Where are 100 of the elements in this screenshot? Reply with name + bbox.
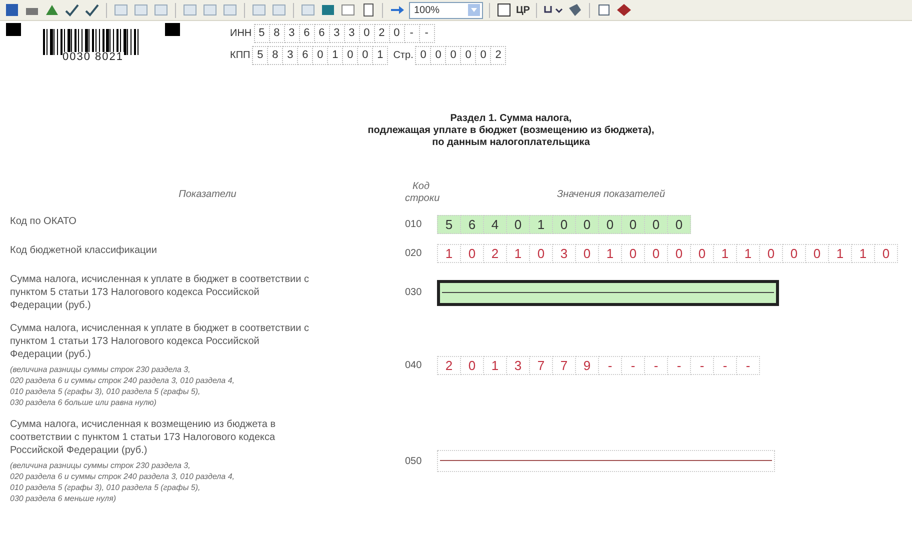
digit-cell[interactable]: 1 [506,244,530,263]
field-label: ИНН [230,28,252,39]
digit-cell: 3 [344,24,360,43]
digit-cell[interactable]: 0 [575,244,599,263]
digit-cell: 6 [314,24,330,43]
digit-cell[interactable]: 0 [506,215,530,234]
digit-cell[interactable]: 0 [759,244,783,263]
line-code: 040 [405,360,423,370]
save-icon[interactable] [4,2,20,18]
row-label: Сумма налога, исчисленная к уплате в бюджет в соответствии с пунктом 1 статьи 173 Налогового кодекса Российской Федерации (руб.) [10,322,310,361]
row-label: Сумма налога, исчисленная к возмещению из бюджета в соответствии с пунктом 1 статьи 173 Налогового кодекса Российской Федерации (руб.) [10,418,277,457]
digit-cell[interactable]: 0 [460,244,484,263]
row-note: 030 раздела 6 меньше нуля) [10,493,117,504]
column-header: Показатели [178,188,238,202]
digit-cell: - [418,24,435,43]
digit-cell: 0 [357,46,374,65]
digit-cell[interactable]: 7 [529,356,553,374]
digit-cell[interactable]: - [644,356,668,374]
row-note: (величина разницы суммы строк 230 раздела 3, [10,364,192,375]
digit-cell: 2 [374,24,390,43]
digit-cell: 6 [298,24,315,43]
digit-cell[interactable]: 1 [736,244,760,263]
digit-cell[interactable]: 0 [598,215,622,234]
digit-cell[interactable]: 1 [529,215,553,234]
digit-cell: 0 [475,46,492,65]
digit-cell[interactable]: 0 [621,244,645,263]
digit-cell[interactable]: 0 [782,244,806,263]
column-header: Код [412,181,430,193]
digit-cell[interactable]: - [713,356,737,374]
table-icon[interactable] [340,2,356,18]
digit-cell: 8 [268,24,285,43]
section-title: по данным налогоплательщика [431,137,591,149]
digit-cell[interactable]: 9 [575,356,599,374]
digit-cell[interactable]: - [598,356,622,374]
digit-cell[interactable]: 3 [506,356,530,374]
page-icon[interactable] [496,2,512,18]
row-label: Сумма налога, исчисленная к уплате в бюджет в соответствии с пунктом 5 статьи 173 Налогового кодекса Российской Федерации (руб.) [10,273,310,312]
column-header: Значения показателей [556,188,666,202]
digit-cell[interactable]: 0 [644,244,668,263]
digit-cell: 0 [460,46,476,65]
digit-cell[interactable]: 1 [483,356,507,374]
barcode-number: 0030 8021 [62,52,124,63]
digit-cell: 5 [254,24,270,43]
page-icon[interactable] [596,2,612,18]
digit-cell: 6 [297,46,314,65]
row-note: 010 раздела 5 (графы 3), 010 раздела 5 (графы 5), [10,386,202,397]
digit-cell: 5 [252,46,268,65]
digit-cell[interactable]: 0 [575,215,599,234]
digit-cell[interactable]: 7 [552,356,576,374]
digit-cell[interactable]: 2 [437,356,461,374]
digit-cell: 2 [490,46,506,65]
digit-cell[interactable]: 1 [598,244,622,263]
digit-cell[interactable]: 0 [644,215,668,234]
digit-cell[interactable]: 6 [460,215,484,234]
section-title: подлежащая уплате в бюджет (возмещению из бюджета), [366,125,656,137]
check-icon[interactable] [64,2,80,18]
value-field[interactable] [437,280,779,306]
digit-cell[interactable]: 0 [460,356,484,374]
line-code: 050 [405,456,423,466]
digit-cell[interactable]: 0 [621,215,645,234]
toolbar-label[interactable]: ЦР [516,4,530,16]
digit-cell: 3 [284,24,300,43]
row-note: 020 раздела 6 и суммы строк 240 раздела 3, 010 раздела 4, [10,471,236,482]
digit-cell: 0 [415,46,432,65]
line-code: 010 [405,219,423,230]
digit-cell[interactable]: - [690,356,714,374]
digit-cell[interactable]: 5 [437,215,461,234]
digit-cell[interactable]: - [667,356,691,374]
digit-cell[interactable]: 0 [805,244,829,263]
digit-cell: 1 [372,46,388,65]
zoom-dropdown[interactable]: 100% [409,2,483,18]
digit-cell[interactable]: 4 [483,215,507,234]
check-icon[interactable] [84,2,100,18]
digit-cell[interactable]: 3 [552,244,576,263]
digit-cell[interactable]: 0 [690,244,714,263]
row-label: Код бюджетной классификации [10,244,158,257]
digit-cell: 1 [327,46,344,65]
digit-cell[interactable]: 1 [713,244,737,263]
line-code: 030 [405,287,423,298]
digit-cell: 3 [282,46,298,65]
digit-cell[interactable]: 0 [667,215,691,234]
row-note: 020 раздела 6 и суммы строк 240 раздела 3, 010 раздела 4, [10,375,236,386]
section-title: Раздел 1. Сумма налога, [449,113,573,125]
marker-square [165,23,180,36]
row-note: 010 раздела 5 (графы 3), 010 раздела 5 (графы 5), [10,482,202,493]
digit-cell[interactable]: - [736,356,760,374]
digit-cell[interactable]: 0 [552,215,576,234]
digit-cell[interactable]: 1 [851,244,875,263]
digit-cell[interactable]: 1 [437,244,461,263]
digit-cell[interactable]: - [621,356,645,374]
digit-cell[interactable]: 2 [483,244,507,263]
digit-cell[interactable]: 0 [529,244,553,263]
digit-cell: 0 [388,24,405,43]
marker-square [6,23,21,36]
picture-icon[interactable] [320,2,336,18]
digit-cell[interactable]: 0 [667,244,691,263]
line-code: 020 [405,248,423,259]
digit-cell[interactable]: 0 [874,244,898,263]
digit-cell[interactable]: 1 [828,244,852,263]
row-label: Код по ОКАТО [10,215,78,228]
